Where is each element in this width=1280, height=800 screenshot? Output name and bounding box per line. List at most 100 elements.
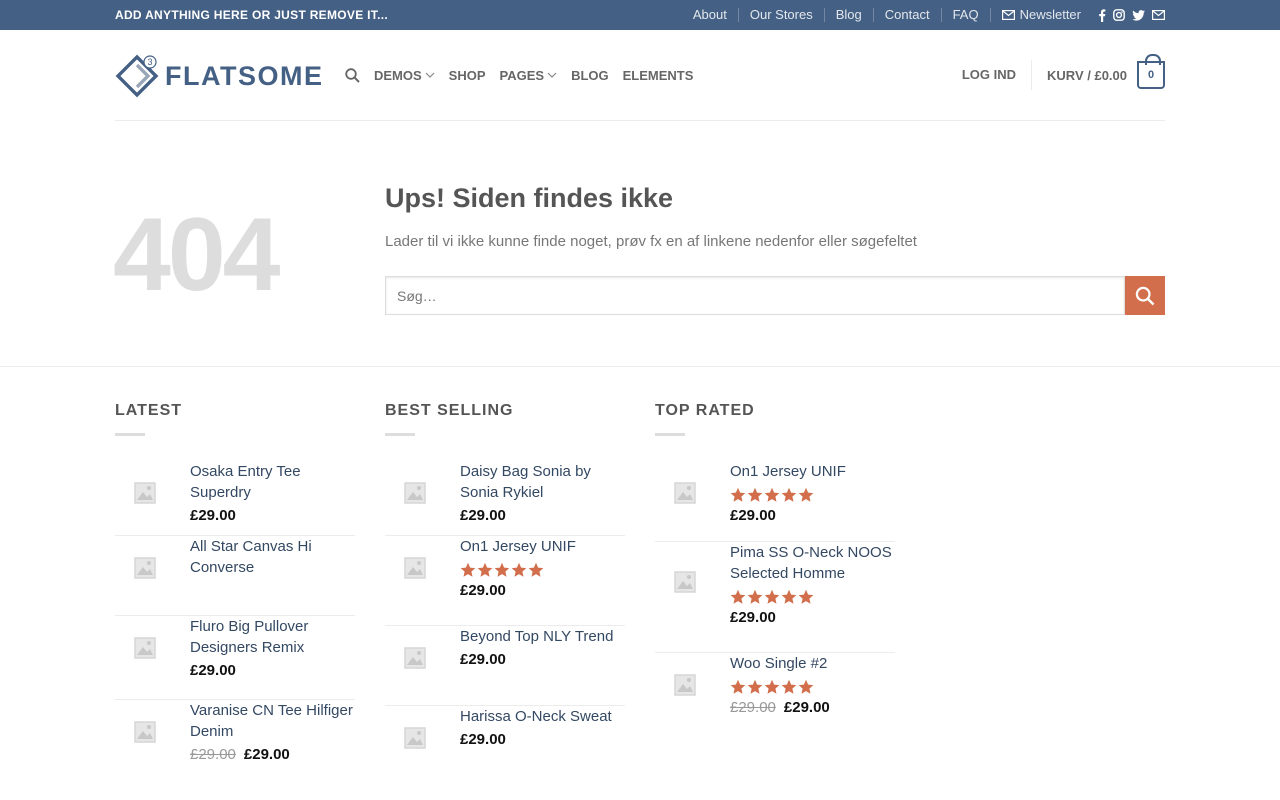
topbar-nav: About Our Stores Blog Contact FAQ Newsle… [682, 0, 1165, 30]
topbar-message: ADD ANYTHING HERE OR JUST REMOVE IT... [115, 8, 388, 22]
newsletter-label: Newsletter [1019, 7, 1081, 22]
star-icon [730, 679, 746, 694]
list-item: Varanise CN Tee Hilfiger Denim £29.00 £2… [115, 700, 355, 780]
product-thumbnail[interactable] [115, 538, 175, 598]
nav-shop[interactable]: SHOP [449, 68, 486, 83]
star-icon [781, 679, 797, 694]
product-name[interactable]: Daisy Bag Sonia by Sonia Rykiel [460, 461, 630, 503]
product-name[interactable]: All Star Canvas Hi Converse [190, 536, 360, 578]
product-name[interactable]: Varanise CN Tee Hilfiger Denim [190, 700, 360, 742]
product-name[interactable]: Beyond Top NLY Trend [460, 626, 630, 647]
product-name[interactable]: On1 Jersey UNIF [730, 461, 900, 482]
star-rating [730, 589, 900, 605]
facebook-icon[interactable] [1098, 8, 1106, 22]
product-old-price: £29.00 [730, 699, 776, 716]
product-thumbnail[interactable] [655, 655, 715, 715]
email-icon[interactable] [1152, 10, 1165, 20]
widget-title: TOP RATED [655, 402, 755, 419]
image-placeholder-icon [404, 557, 426, 579]
error-title: Ups! Siden findes ikke [385, 183, 674, 213]
star-icon [730, 589, 746, 604]
widget-title: LATEST [115, 402, 183, 419]
nav-demos[interactable]: DEMOS [374, 68, 435, 83]
header-account: LOG IND KURV / £0.00 0 [962, 54, 1165, 95]
product-thumbnail[interactable] [115, 702, 175, 762]
star-icon [781, 589, 797, 604]
topbar-link-blog[interactable]: Blog [823, 8, 873, 22]
topbar-link-our-stores[interactable]: Our Stores [737, 8, 824, 22]
image-placeholder-icon [674, 674, 696, 696]
product-price: £29.00 [460, 731, 506, 748]
nav-blog[interactable]: BLOG [571, 68, 609, 83]
error-text: Lader til vi ikke kunne finde noget, prø… [385, 233, 917, 250]
widget-title: BEST SELLING [385, 402, 514, 419]
topbar-link-contact[interactable]: Contact [872, 8, 941, 22]
product-price: £29.00 [190, 662, 236, 679]
product-name[interactable]: Woo Single #2 [730, 653, 900, 674]
image-placeholder-icon [404, 482, 426, 504]
instagram-icon[interactable] [1113, 9, 1125, 21]
product-old-price: £29.00 [190, 746, 236, 763]
cart-count: 0 [1147, 69, 1155, 81]
flatsome-logo-icon: 3 [115, 54, 159, 98]
product-thumbnail[interactable] [385, 538, 445, 598]
product-name[interactable]: On1 Jersey UNIF [460, 536, 630, 557]
error-section: 404 Ups! Siden findes ikke Lader til vi … [0, 121, 1280, 367]
list-item: On1 Jersey UNIF £29.00 [655, 461, 895, 542]
image-placeholder-icon [134, 557, 156, 579]
list-item: Daisy Bag Sonia by Sonia Rykiel £29.00 [385, 461, 625, 536]
list-item: Fluro Big Pullover Designers Remix £29.0… [115, 616, 355, 700]
product-thumbnail[interactable] [385, 628, 445, 688]
cart-button[interactable]: KURV / £0.00 0 [1032, 54, 1165, 89]
title-divider [115, 433, 145, 436]
product-thumbnail[interactable] [115, 463, 175, 523]
list-item: Harissa O-Neck Sweat £29.00 [385, 706, 625, 786]
nav-pages[interactable]: PAGES [500, 68, 558, 83]
image-placeholder-icon [134, 482, 156, 504]
topbar-link-newsletter[interactable]: Newsletter [989, 7, 1092, 22]
product-name[interactable]: Osaka Entry Tee Superdry [190, 461, 360, 503]
search-icon [1135, 286, 1155, 305]
list-item: Woo Single #2 £29.00 £29.00 [655, 653, 895, 743]
star-icon [764, 487, 780, 502]
product-price: £29.00 [730, 507, 776, 524]
title-divider [655, 433, 685, 436]
product-name[interactable]: Pima SS O-Neck NOOS Selected Homme [730, 542, 900, 584]
star-icon [764, 679, 780, 694]
logo-text: FLATSOME [165, 60, 324, 91]
image-placeholder-icon [674, 482, 696, 504]
product-name[interactable]: Harissa O-Neck Sweat [460, 706, 630, 727]
star-icon [528, 562, 544, 577]
error-code: 404 [113, 197, 281, 313]
product-price: £29.00 [460, 507, 506, 524]
site-logo[interactable]: 3 FLATSOME [115, 54, 323, 98]
product-thumbnail[interactable] [385, 708, 445, 768]
list-item: On1 Jersey UNIF £29.00 [385, 536, 625, 626]
main-nav: DEMOS SHOP PAGES BLOG ELEMENTS [345, 64, 707, 86]
product-name[interactable]: Fluro Big Pullover Designers Remix [190, 616, 360, 658]
product-widgets: LATEST Osaka Entry Tee Superdry £29.00 A… [115, 367, 1165, 800]
image-placeholder-icon [674, 571, 696, 593]
star-icon [781, 487, 797, 502]
twitter-icon[interactable] [1132, 9, 1145, 21]
search-form [385, 276, 1165, 315]
product-thumbnail[interactable] [655, 552, 715, 612]
topbar-link-about[interactable]: About [682, 8, 738, 22]
topbar-link-faq[interactable]: FAQ [940, 8, 990, 22]
star-icon [798, 679, 814, 694]
cart-label: KURV / £0.00 [1047, 67, 1127, 83]
product-thumbnail[interactable] [385, 463, 445, 523]
product-thumbnail[interactable] [115, 618, 175, 678]
star-icon [747, 589, 763, 604]
title-divider [385, 433, 415, 436]
header-search-button[interactable] [345, 67, 360, 83]
chevron-down-icon [547, 72, 557, 78]
search-submit-button[interactable] [1125, 276, 1165, 315]
logo-badge: 3 [147, 57, 152, 67]
login-link[interactable]: LOG IND [962, 60, 1033, 90]
star-icon [798, 589, 814, 604]
search-input[interactable] [385, 276, 1125, 315]
nav-elements[interactable]: ELEMENTS [623, 68, 694, 83]
star-icon [511, 562, 527, 577]
product-thumbnail[interactable] [655, 463, 715, 523]
